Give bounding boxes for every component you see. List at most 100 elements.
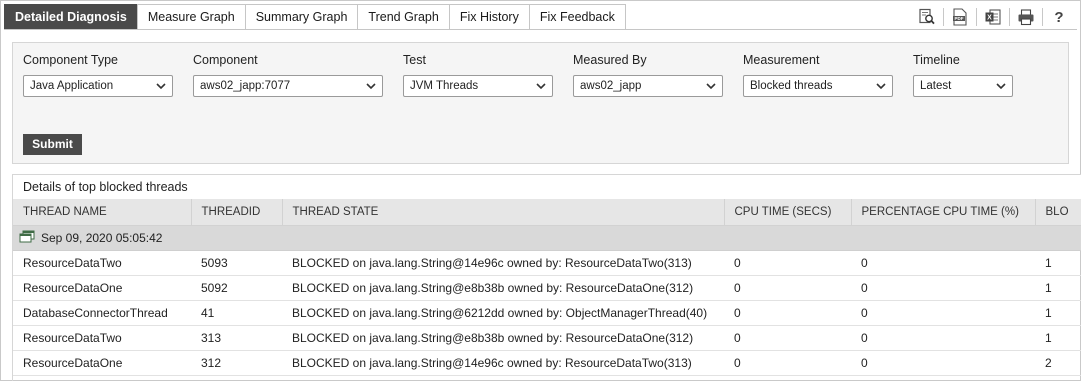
cell-blocked: 1 (1035, 300, 1081, 326)
measured-by-select[interactable]: aws02_japp (573, 75, 723, 97)
timeline-select[interactable]: Latest (913, 75, 1013, 97)
measurement-group: Measurement Blocked threads (743, 53, 893, 97)
measurement-label: Measurement (743, 53, 820, 67)
measured-by-group: Measured By aws02_japp (573, 53, 723, 97)
cell-blocked: 1 (1035, 275, 1081, 301)
cell-thread-state: BLOCKED on java.lang.String@e8b38b owned… (282, 325, 724, 351)
table-row[interactable]: ResourceDataOne 5092 BLOCKED on java.lan… (13, 275, 1081, 301)
column-header-blocked[interactable]: BLO (1035, 199, 1081, 226)
cell-threadid: 41 (191, 300, 282, 326)
component-select[interactable]: aws02_japp:7077 (193, 75, 383, 97)
component-group: Component aws02_japp:7077 (193, 53, 383, 97)
cell-percentage-cpu: 0 (851, 250, 1035, 276)
pdf-icon[interactable]: PDF (948, 6, 972, 28)
tab-measure-graph[interactable]: Measure Graph (136, 4, 245, 30)
cell-thread-state: BLOCKED on java.lang.String@6212dd owned… (282, 300, 724, 326)
cell-cpu-time: 0 (724, 275, 851, 301)
column-header-percentage-cpu[interactable]: PERCENTAGE CPU TIME (%) (851, 199, 1036, 226)
timeline-group: Timeline Latest (913, 53, 1013, 97)
toolbar-separator (976, 8, 977, 26)
svg-text:PDF: PDF (955, 16, 964, 21)
column-header-thread-state[interactable]: THREAD STATE (282, 199, 725, 226)
column-header-thread-name[interactable]: THREAD NAME (13, 199, 192, 226)
component-type-group: Component Type Java Application (23, 53, 173, 97)
column-header-cpu-time[interactable]: CPU TIME (SECS) (724, 199, 852, 226)
test-value: JVM Threads (410, 80, 479, 92)
group-timestamp: Sep 09, 2020 05:05:42 (41, 230, 163, 245)
measured-by-value: aws02_japp (580, 80, 642, 92)
component-type-select[interactable]: Java Application (23, 75, 173, 97)
submit-button[interactable]: Submit (23, 134, 82, 155)
group-cell: Sep 09, 2020 05:05:42 (13, 225, 1081, 251)
test-select[interactable]: JVM Threads (403, 75, 553, 97)
cell-cpu-time: 0 (724, 325, 851, 351)
toolbar-separator (1042, 8, 1043, 26)
toolbar: PDF X ? (915, 6, 1071, 28)
measurement-value: Blocked threads (750, 80, 833, 92)
test-label: Test (403, 53, 426, 67)
cell-blocked: 1 (1035, 250, 1081, 276)
tab-detailed-diagnosis[interactable]: Detailed Diagnosis (4, 4, 137, 30)
component-type-value: Java Application (30, 80, 114, 92)
filter-panel: Component Type Java Application Componen… (12, 42, 1069, 164)
tab-bar: Detailed Diagnosis Measure Graph Summary… (4, 4, 626, 30)
test-group: Test JVM Threads (403, 53, 553, 97)
chevron-down-icon (706, 81, 716, 91)
component-label: Component (193, 53, 258, 67)
column-header-threadid[interactable]: THREADID (191, 199, 283, 226)
measured-by-label: Measured By (573, 53, 647, 67)
cell-threadid: 313 (191, 325, 282, 351)
chevron-down-icon (536, 81, 546, 91)
cell-thread-name: ResourceDataTwo (13, 250, 191, 276)
cell-percentage-cpu: 0 (851, 350, 1035, 376)
component-type-label: Component Type (23, 53, 118, 67)
tab-summary-graph[interactable]: Summary Graph (244, 4, 358, 30)
measurement-select[interactable]: Blocked threads (743, 75, 893, 97)
cell-thread-state: BLOCKED on java.lang.String@e8b38b owned… (282, 275, 724, 301)
cell-percentage-cpu: 0 (851, 275, 1035, 301)
table-header-row: THREAD NAME THREADID THREAD STATE CPU TI… (13, 199, 1081, 226)
table-row[interactable]: ResourceDataTwo 313 BLOCKED on java.lang… (13, 325, 1081, 351)
toolbar-separator (943, 8, 944, 26)
print-icon[interactable] (1014, 6, 1038, 28)
table-row[interactable]: DatabaseConnectorThread 41 BLOCKED on ja… (13, 300, 1081, 326)
tab-divider (4, 29, 1077, 30)
chevron-down-icon (876, 81, 886, 91)
cell-blocked: 2 (1035, 350, 1081, 376)
results-title: Details of top blocked threads (13, 175, 1081, 199)
cell-thread-name: ResourceDataOne (13, 350, 191, 376)
group-row[interactable]: Sep 09, 2020 05:05:42 (13, 225, 1081, 251)
timeline-value: Latest (920, 80, 952, 92)
window-stack-icon (19, 230, 35, 246)
cell-percentage-cpu: 0 (851, 325, 1035, 351)
help-icon[interactable]: ? (1047, 6, 1071, 28)
cell-thread-name: DatabaseConnectorThread (13, 300, 191, 326)
table-row[interactable]: ResourceDataTwo 5093 BLOCKED on java.lan… (13, 250, 1081, 276)
cell-thread-name: ResourceDataTwo (13, 325, 191, 351)
cell-blocked: 1 (1035, 325, 1081, 351)
tab-fix-history[interactable]: Fix History (448, 4, 529, 30)
cell-thread-state: BLOCKED on java.lang.String@14e96c owned… (282, 250, 724, 276)
svg-text:X: X (987, 15, 992, 22)
cell-cpu-time: 0 (724, 250, 851, 276)
cell-percentage-cpu: 0 (851, 300, 1035, 326)
chevron-down-icon (156, 81, 166, 91)
search-report-icon[interactable] (915, 6, 939, 28)
table-row[interactable]: ResourceDataOne 312 BLOCKED on java.lang… (13, 350, 1081, 376)
tab-trend-graph[interactable]: Trend Graph (357, 4, 449, 30)
timeline-label: Timeline (913, 53, 960, 67)
cell-cpu-time: 0 (724, 300, 851, 326)
results-panel: Details of top blocked threads THREAD NA… (12, 174, 1081, 381)
tab-fix-feedback[interactable]: Fix Feedback (528, 4, 626, 30)
cell-cpu-time: 0 (724, 350, 851, 376)
cell-threadid: 5092 (191, 275, 282, 301)
chevron-down-icon (366, 81, 376, 91)
cell-threadid: 312 (191, 350, 282, 376)
chevron-down-icon (996, 81, 1006, 91)
component-value: aws02_japp:7077 (200, 80, 291, 92)
cell-thread-state: BLOCKED on java.lang.String@14e96c owned… (282, 350, 724, 376)
cell-threadid: 5093 (191, 250, 282, 276)
cell-thread-name: ResourceDataOne (13, 275, 191, 301)
toolbar-separator (1009, 8, 1010, 26)
excel-icon[interactable]: X (981, 6, 1005, 28)
